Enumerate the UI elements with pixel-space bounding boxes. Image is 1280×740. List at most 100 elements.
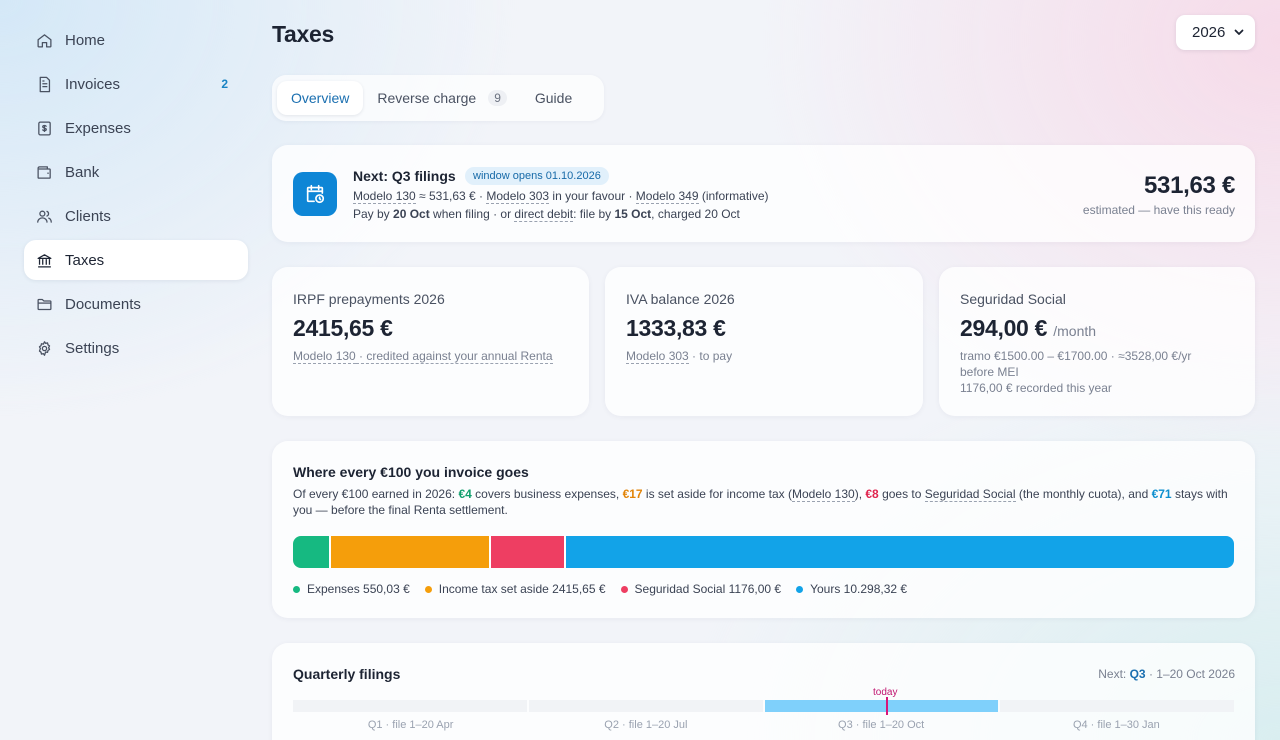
quarterly-filings-card: Quarterly filings Next: Q3 · 1–20 Oct 20… — [272, 643, 1255, 740]
quarter-segment[interactable] — [1000, 700, 1234, 712]
modelo-303-link[interactable]: Modelo 303 — [626, 349, 689, 364]
quarter-segment[interactable] — [528, 700, 763, 712]
gear-icon — [36, 340, 53, 357]
next-prefix: Next: — [1098, 667, 1130, 681]
modelo-130-link[interactable]: Modelo 130 — [353, 189, 416, 204]
detail-text: (informative) — [698, 189, 769, 203]
tab-overview[interactable]: Overview — [277, 81, 364, 115]
next-filing-card: Next: Q3 filings window opens 01.10.2026… — [272, 145, 1255, 242]
wallet-icon — [36, 164, 53, 181]
iva-card: IVA balance 2026 1333,83 € Modelo 303 · … — [605, 267, 923, 416]
sidebar-item-invoices[interactable]: Invoices 2 — [24, 64, 248, 104]
seguridad-social-link[interactable]: Seguridad Social — [924, 487, 1016, 502]
chevron-down-icon — [1234, 29, 1244, 35]
modelo-130-link[interactable]: Modelo 130 — [791, 487, 855, 502]
file-date: 15 Oct — [614, 207, 652, 221]
irpf-value: 2415,65 € — [293, 315, 393, 341]
sidebar-item-home[interactable]: Home — [24, 20, 248, 60]
quarterly-next: Next: Q3 · 1–20 Oct 2026 — [1098, 667, 1235, 681]
dollar-receipt-icon — [36, 120, 53, 137]
sidebar: Home Invoices 2 Expenses Bank Clients Ta… — [24, 20, 248, 372]
sidebar-item-documents[interactable]: Documents — [24, 284, 248, 324]
desc-text: (the monthly cuota), and — [1015, 487, 1152, 501]
ss-recorded: 1176,00 € recorded this year — [960, 381, 1112, 395]
next-filing-details: Modelo 130 ≈ 531,63 € · Modelo 303 in yo… — [353, 189, 769, 204]
quarter-labels: Q1 · file 1–20 Apr Q2 · file 1–20 Jul Q3 ·… — [293, 719, 1234, 731]
expenses-amount: €4 — [458, 487, 472, 501]
page-title: Taxes — [272, 21, 335, 47]
iva-subtitle: Modelo 303 · to pay — [626, 348, 886, 364]
detail-text: in your favour · — [549, 189, 636, 203]
quarter-segment[interactable] — [764, 700, 999, 712]
invoice-breakdown-card: Where every €100 you invoice goes Of eve… — [272, 441, 1255, 618]
payment-details: Pay by 20 Oct when filing · or direct de… — [353, 207, 740, 222]
detail-text: when filing · or — [429, 207, 515, 221]
tab-label: Overview — [291, 90, 350, 106]
iva-value: 1333,83 € — [626, 315, 726, 341]
quarter-segment[interactable] — [293, 700, 527, 712]
irpf-subtitle-text: · credited against your annual Renta — [355, 349, 553, 364]
folder-icon — [36, 296, 53, 313]
tax-amount: €17 — [622, 487, 643, 501]
breakdown-description: Of every €100 earned in 2026: €4 covers … — [293, 486, 1238, 518]
sidebar-item-label: Expenses — [65, 119, 131, 137]
next-amount-note: estimated — have this ready — [1082, 203, 1235, 217]
sidebar-item-label: Taxes — [65, 251, 105, 269]
legend-label: Yours 10.298,32 € — [810, 582, 908, 596]
quarter-label: Q3 · file 1–20 Oct — [838, 719, 925, 731]
next-range: · 1–20 Oct 2026 — [1145, 667, 1235, 681]
legend-item: Income tax set aside 2415,65 € — [424, 582, 606, 596]
quarter-label: Q2 · file 1–20 Jul — [604, 719, 688, 731]
sidebar-item-label: Documents — [65, 295, 141, 313]
desc-text: covers business expenses, — [471, 487, 623, 501]
modelo-349-link[interactable]: Modelo 349 — [635, 189, 699, 204]
tab-label: Guide — [534, 90, 573, 106]
quarter-label: Q1 · file 1–20 Apr — [367, 719, 454, 731]
iva-subtitle-text: · to pay — [688, 349, 733, 363]
ss-tramo: tramo €1500.00 – €1700.00 · ≈3528,00 €/y… — [960, 349, 1192, 379]
tab-reverse-charge[interactable]: Reverse charge 9 — [363, 81, 521, 115]
sidebar-item-label: Invoices — [65, 75, 121, 93]
modelo-130-link[interactable]: Modelo 130 — [293, 349, 356, 364]
tab-guide[interactable]: Guide — [521, 81, 586, 115]
desc-text: is set aside for income tax ( — [642, 487, 792, 501]
today-marker — [886, 697, 888, 715]
legend-dot — [424, 585, 432, 593]
year-select[interactable]: 2026 — [1176, 15, 1255, 50]
irpf-subtitle: Modelo 130 · credited against your annua… — [293, 348, 553, 364]
users-icon — [36, 208, 53, 225]
iva-label: IVA balance 2026 — [626, 291, 735, 307]
next-amount: 531,63 € — [1143, 172, 1235, 199]
sidebar-item-bank[interactable]: Bank — [24, 152, 248, 192]
tab-bar: Overview Reverse charge 9 Guide — [272, 75, 604, 121]
modelo-303-link[interactable]: Modelo 303 — [486, 189, 550, 204]
breakdown-title: Where every €100 you invoice goes — [293, 464, 529, 480]
sidebar-item-expenses[interactable]: Expenses — [24, 108, 248, 148]
pay-date: 20 Oct — [393, 207, 430, 221]
invoices-count-badge: 2 — [221, 77, 228, 91]
sidebar-item-clients[interactable]: Clients — [24, 196, 248, 236]
calendar-clock-icon — [293, 172, 337, 216]
sidebar-item-settings[interactable]: Settings — [24, 328, 248, 368]
breakdown-segment-expenses — [293, 536, 331, 568]
ss-unit: /month — [1053, 323, 1097, 339]
legend-label: Income tax set aside 2415,65 € — [438, 582, 606, 596]
legend-item: Expenses 550,03 € — [293, 582, 410, 596]
breakdown-bar — [293, 536, 1234, 568]
breakdown-segment-income-tax — [330, 536, 491, 568]
ss-label: Seguridad Social — [960, 291, 1066, 307]
sidebar-item-taxes[interactable]: Taxes — [24, 240, 248, 280]
detail-text: ≈ 531,63 € · — [415, 189, 487, 203]
next-quarter: Q3 — [1129, 667, 1146, 681]
legend-item: Yours 10.298,32 € — [796, 582, 907, 596]
home-icon — [36, 32, 53, 49]
quarterly-title: Quarterly filings — [293, 666, 401, 682]
direct-debit-link[interactable]: direct debit — [514, 207, 574, 222]
irpf-label: IRPF prepayments 2026 — [293, 291, 445, 307]
next-filing-title: Next: Q3 filings — [353, 168, 456, 184]
invoice-icon — [36, 76, 53, 93]
breakdown-segment-yours — [565, 536, 1234, 568]
legend-dot — [620, 585, 628, 593]
legend-item: Seguridad Social 1176,00 € — [620, 582, 781, 596]
desc-text: ), — [854, 487, 866, 501]
